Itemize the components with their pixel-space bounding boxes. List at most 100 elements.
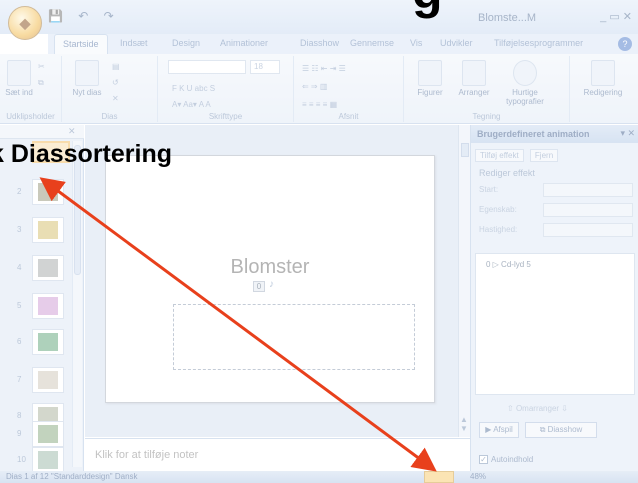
slide-thumb-row[interactable]: 2 — [0, 175, 70, 211]
add-effect-button[interactable]: Tilføj effekt — [475, 149, 524, 162]
quick-styles-button[interactable]: Hurtige typografier — [500, 60, 550, 106]
quick-access-toolbar[interactable]: 💾 ↶ ↷ — [48, 9, 120, 23]
task-pane-toolbar: Tilføj effekt Fjern — [475, 149, 562, 162]
slides-panel-tabs[interactable]: ✕ — [0, 125, 84, 139]
thumbnail-image — [38, 425, 58, 443]
notes-placeholder: Klik for at tilføje noter — [95, 449, 199, 461]
tab-design[interactable]: Design — [172, 38, 200, 48]
edit-effect-section: Rediger effekt — [479, 168, 535, 178]
tab-startside[interactable]: Startside — [54, 34, 108, 54]
binoculars-icon — [591, 60, 615, 86]
slide-nav-buttons[interactable]: ▲ ▼ — [460, 415, 468, 433]
copy-icon[interactable]: ⧉ — [38, 78, 44, 88]
slide-thumbnail[interactable] — [32, 329, 64, 355]
align-buttons[interactable]: ≡ ≡ ≡ ≡ ▦ — [302, 100, 337, 109]
arrange-label: Arranger — [458, 88, 490, 97]
slide-thumbnail[interactable] — [32, 447, 64, 473]
paste-icon — [7, 60, 31, 86]
slide-sorter-view-button[interactable] — [424, 471, 454, 483]
tab-indsaet[interactable]: Indsæt — [120, 38, 148, 48]
task-pane-header: Brugerdefineret animation ▾ ✕ — [471, 125, 638, 143]
slideshow-button[interactable]: ⧉ Diasshow — [525, 422, 597, 438]
font-color-buttons[interactable]: A▾ Aa▾ A A — [172, 100, 211, 109]
cut-icon[interactable]: ✂ — [38, 62, 45, 71]
tab-gennemse[interactable]: Gennemse — [350, 38, 394, 48]
thumbnail-image — [38, 183, 58, 201]
thumbnail-image — [38, 451, 58, 469]
arrange-button[interactable]: Arranger — [452, 60, 496, 97]
play-label: Afspil — [493, 425, 513, 434]
slide-thumbnail[interactable] — [32, 255, 64, 281]
status-text: Dias 1 af 12 "Standarddesign" Dansk — [6, 472, 138, 481]
paste-button[interactable]: Sæt ind — [4, 60, 34, 97]
group-label-clipboard: Udklipsholder — [6, 112, 55, 121]
tab-diasshow[interactable]: Diasshow — [300, 38, 339, 48]
indent-buttons[interactable]: ⇐ ⇒ ▥ — [302, 82, 327, 91]
current-slide[interactable]: Blomster 0 ♪ — [105, 155, 435, 403]
slide-editing-area: Blomster 0 ♪ — [85, 125, 458, 437]
slide-thumb-row[interactable]: 4 — [0, 251, 70, 287]
scrollbar-thumb[interactable] — [461, 143, 469, 157]
slide-title[interactable]: Blomster — [106, 256, 434, 279]
help-icon[interactable]: ? — [618, 37, 632, 51]
window-controls[interactable]: _ ▭ ✕ — [600, 10, 632, 23]
slide-thumbnail[interactable] — [32, 179, 64, 205]
close-icon[interactable]: ✕ — [68, 126, 76, 137]
tab-tilfoejelser[interactable]: Tilføjelsesprogrammer — [494, 38, 583, 48]
group-label-slides: Dias — [101, 112, 118, 121]
slide-number: 2 — [17, 187, 22, 196]
speed-select[interactable] — [543, 223, 633, 237]
partial-heading: g — [412, 0, 443, 16]
group-slides: Nyt dias ▤ ↺ ✕ Dias — [62, 56, 158, 122]
editing-button[interactable]: Redigering — [578, 60, 628, 97]
font-name-field[interactable] — [168, 60, 246, 74]
autopreview-label: Autoindhold — [491, 455, 534, 464]
autopreview-checkbox[interactable]: ✓ Autoindhold — [479, 455, 534, 465]
group-label-drawing: Tegning — [472, 112, 501, 121]
bullet-buttons[interactable]: ☰ ☷ ⇤ ⇥ ☰ — [302, 64, 346, 73]
paste-label: Sæt ind — [5, 88, 33, 97]
shapes-icon — [418, 60, 442, 86]
reorder-controls[interactable]: ⇧ Omarranger ⇩ — [507, 404, 568, 413]
content-placeholder[interactable] — [173, 304, 415, 370]
animation-tag[interactable]: 0 — [253, 281, 265, 292]
remove-button[interactable]: Fjern — [529, 149, 559, 162]
slideshow-label: Diasshow — [547, 425, 583, 434]
layout-icon[interactable]: ▤ — [112, 62, 120, 71]
slide-number: 7 — [17, 375, 22, 384]
delete-icon[interactable]: ✕ — [112, 94, 119, 103]
property-select[interactable] — [543, 203, 633, 217]
slide-thumbnail[interactable] — [32, 217, 64, 243]
font-format-buttons[interactable]: F K U abc S — [172, 84, 215, 93]
slide-thumb-row[interactable]: 5 — [0, 289, 70, 325]
close-icon[interactable]: ▾ ✕ — [620, 128, 635, 139]
slides-scrollbar[interactable] — [72, 141, 82, 467]
shapes-button[interactable]: Figurer — [410, 60, 450, 97]
play-button[interactable]: ▶ Afspil — [479, 422, 519, 438]
slide-number: 5 — [17, 301, 22, 310]
reset-icon[interactable]: ↺ — [112, 78, 119, 87]
tab-udvikler[interactable]: Udvikler — [440, 38, 473, 48]
list-item[interactable]: 0 ▷ Cd-lyd 5 — [486, 260, 531, 269]
slide-thumb-row[interactable]: 3 — [0, 213, 70, 249]
slide-thumbnail[interactable] — [32, 293, 64, 319]
tab-vis[interactable]: Vis — [410, 38, 422, 48]
zoom-level[interactable]: 48% — [470, 472, 486, 481]
slide-thumb-row[interactable]: 7 — [0, 363, 70, 399]
animation-list[interactable]: 0 ▷ Cd-lyd 5 — [475, 253, 635, 395]
thumbnail-image — [38, 297, 58, 315]
new-slide-label: Nyt dias — [72, 88, 102, 97]
new-slide-button[interactable]: Nyt dias — [72, 60, 102, 97]
slide-scrollbar[interactable]: ▲ ▼ — [458, 125, 470, 437]
start-select[interactable] — [543, 183, 633, 197]
slide-thumbnail[interactable] — [32, 367, 64, 393]
powerpoint-window: ◆ 💾 ↶ ↷ Blomste...M _ ▭ ✕ Startside Inds… — [0, 0, 638, 483]
slide-number: 9 — [17, 429, 22, 438]
group-label-font: Skrifttype — [208, 112, 243, 121]
group-drawing: Figurer Arranger Hurtige typografier Teg… — [404, 56, 570, 122]
slide-thumb-row[interactable]: 6 — [0, 325, 70, 361]
notes-pane[interactable]: Klik for at tilføje noter — [85, 438, 470, 471]
office-button[interactable]: ◆ — [8, 6, 42, 40]
font-size-field[interactable]: 18 — [250, 60, 280, 74]
tab-animationer[interactable]: Animationer — [220, 38, 268, 48]
